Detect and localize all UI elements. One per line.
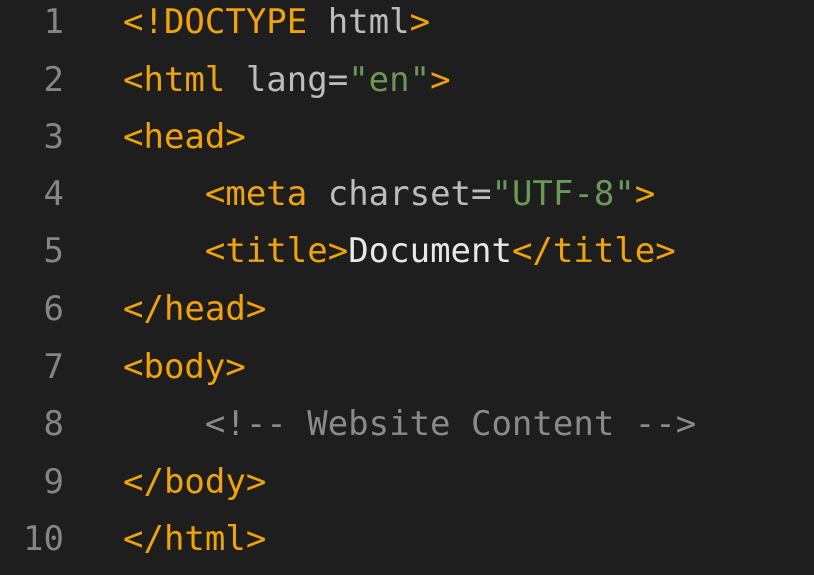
code-text: <html lang="en"> xyxy=(123,60,451,100)
code-token-attr: html xyxy=(307,2,410,42)
code-token-attr: lang= xyxy=(225,60,349,100)
line-number: 10 xyxy=(23,519,64,559)
line-number: 2 xyxy=(43,60,64,100)
code-line[interactable]: 1 <!DOCTYPE html> xyxy=(0,2,814,60)
code-token-cmt: <!-- Website Content --> xyxy=(204,404,697,444)
code-line[interactable]: 9 </body> xyxy=(0,462,814,520)
code-line[interactable]: 3 <head> xyxy=(0,117,814,175)
code-token-tag: > xyxy=(409,2,431,42)
code-token-attr: charset= xyxy=(307,174,492,214)
code-text: <body> xyxy=(123,347,246,387)
code-token-tag: </head> xyxy=(123,289,267,329)
code-token-tag: <head> xyxy=(123,117,246,157)
code-text: <!-- Website Content --> xyxy=(123,404,696,444)
code-token-tag: </title> xyxy=(511,231,676,271)
code-token-tag: </body> xyxy=(123,462,267,502)
code-line[interactable]: 5 <title>Document</title> xyxy=(0,231,814,289)
line-number: 7 xyxy=(43,347,64,387)
code-line[interactable]: 6 </head> xyxy=(0,289,814,347)
code-text: </head> xyxy=(123,289,266,329)
line-number: 5 xyxy=(43,231,64,271)
code-token-tag: <body> xyxy=(123,347,246,387)
code-token-tag: > xyxy=(634,174,656,214)
line-number: 3 xyxy=(43,117,64,157)
code-line[interactable]: 7 <body> xyxy=(0,347,814,405)
code-token-tag: <!DOCTYPE xyxy=(123,2,308,42)
code-line[interactable]: 2 <html lang="en"> xyxy=(0,60,814,118)
code-line[interactable]: 10 </html> xyxy=(0,519,814,575)
code-token-tag: <meta xyxy=(204,174,308,214)
code-text: </html> xyxy=(123,519,266,559)
line-number: 4 xyxy=(43,174,64,214)
code-line[interactable]: 4 <meta charset="UTF-8"> xyxy=(0,174,814,232)
code-token-tag: <title> xyxy=(204,231,349,271)
code-token-tag: </html> xyxy=(123,519,267,559)
code-token-str: "UTF-8" xyxy=(491,174,635,214)
code-text: <meta charset="UTF-8"> xyxy=(123,174,655,214)
code-token-tag: <html xyxy=(123,60,226,100)
code-token-str: "en" xyxy=(348,60,431,100)
code-editor[interactable]: 1 <!DOCTYPE html> 2 <html lang="en"> 3 <head>… xyxy=(0,0,814,575)
code-text: <title>Document</title> xyxy=(123,231,676,271)
line-number: 9 xyxy=(43,462,64,502)
code-text: <head> xyxy=(123,117,246,157)
code-token-tag: > xyxy=(430,60,451,100)
code-line[interactable]: 8 <!-- Website Content --> xyxy=(0,404,814,462)
code-token-txt: Document xyxy=(348,231,512,271)
code-text: <!DOCTYPE html> xyxy=(123,2,430,42)
line-number: 8 xyxy=(43,404,64,444)
code-text: </body> xyxy=(123,462,266,502)
line-number: 6 xyxy=(43,289,64,329)
line-number: 1 xyxy=(43,2,64,42)
